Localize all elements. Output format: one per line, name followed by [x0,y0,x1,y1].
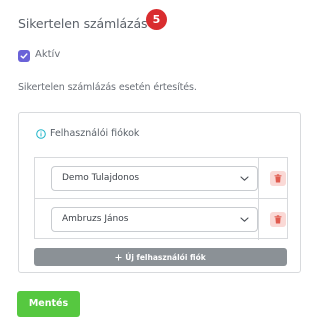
table-row: Demo Tulajdonos [35,158,287,199]
column-divider [258,199,259,240]
notification-description: Sikertelen számlázás esetén értesítés. [18,82,197,93]
step-badge: 5 [146,9,167,30]
table-row: Ambruzs János [35,199,287,240]
plus-icon [115,254,122,260]
active-checkbox-label[interactable]: Aktív [35,49,60,60]
add-user-account-label: Új felhasználói fiók [125,252,206,262]
user-accounts-title: Felhasználói fiókok [50,128,140,139]
delete-row-button[interactable] [270,212,286,227]
user-select-value: Ambruzs János [62,214,129,224]
user-select[interactable]: Ambruzs János [51,207,258,232]
chevron-down-icon [240,217,249,222]
save-button[interactable]: Mentés [17,291,80,317]
add-user-account-button[interactable]: Új felhasználói fiók [34,248,287,266]
trash-icon [274,174,282,183]
column-divider [258,158,259,198]
trash-icon [274,215,282,224]
delete-row-button[interactable] [270,171,286,186]
user-accounts-table: Demo Tulajdonos Ambruzs János [34,157,288,240]
check-icon [20,53,28,59]
user-accounts-header: Felhasználói fiókok [36,128,139,139]
section-title: Sikertelen számlázás [18,16,148,31]
active-checkbox[interactable] [18,50,30,62]
user-select-value: Demo Tulajdonos [62,173,140,183]
chevron-down-icon [240,176,249,181]
user-accounts-card: Felhasználói fiókok Demo Tulajdonos Ambr [18,112,301,273]
info-icon [36,128,46,139]
user-select[interactable]: Demo Tulajdonos [51,166,258,191]
